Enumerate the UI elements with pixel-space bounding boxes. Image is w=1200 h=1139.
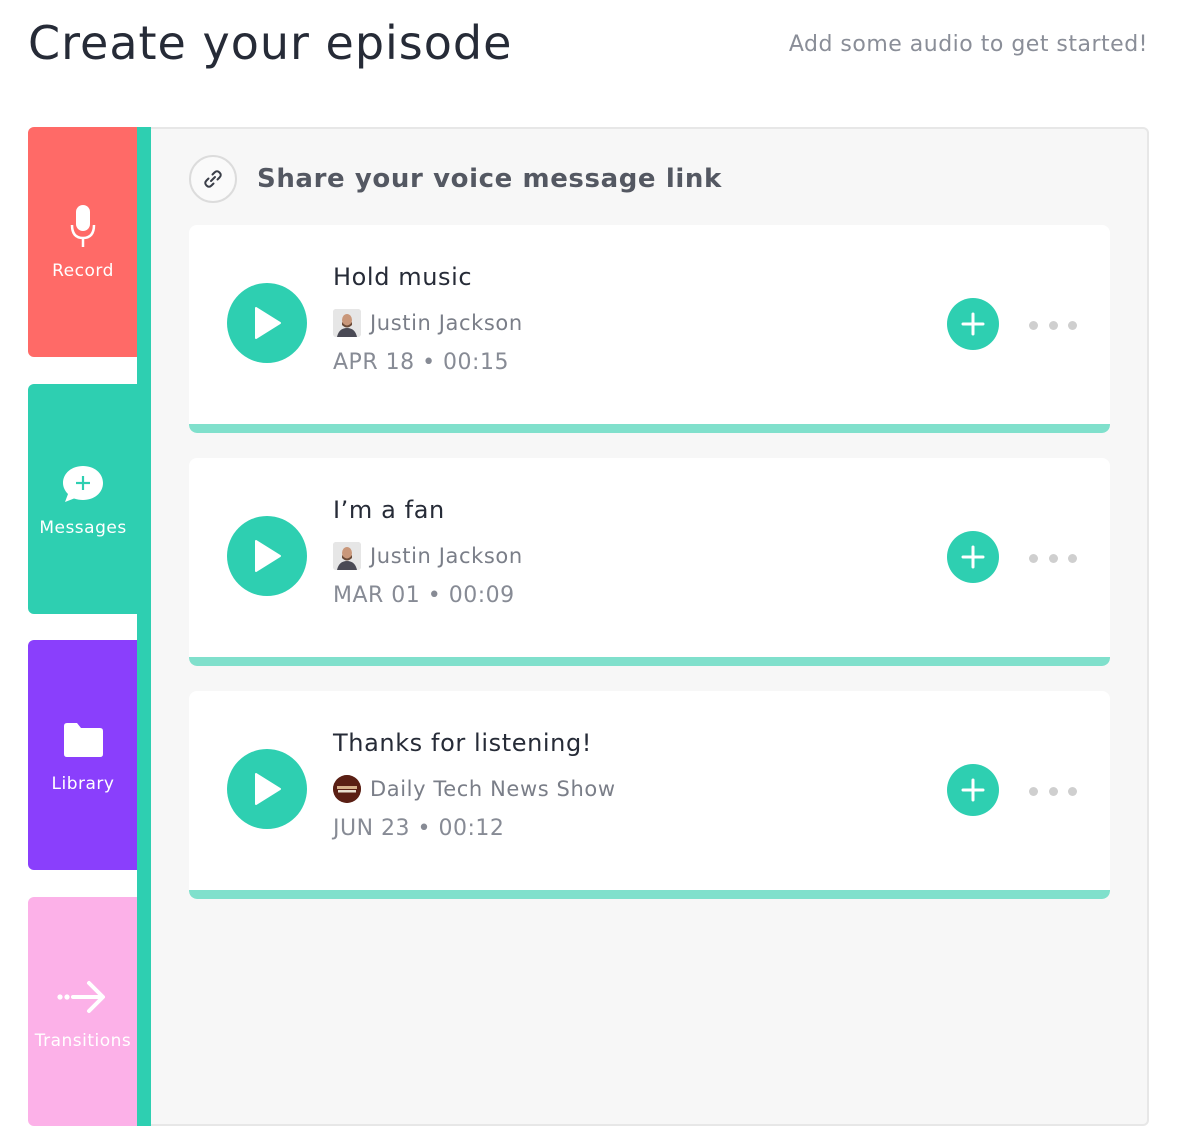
message-date-duration: JUN 23 • 00:12	[333, 816, 505, 841]
message-author: Justin Jackson	[333, 542, 523, 570]
tab-messages[interactable]: Messages	[28, 384, 138, 614]
play-icon	[255, 307, 281, 339]
share-voice-message-link[interactable]: Share your voice message link	[189, 155, 722, 203]
plus-icon	[961, 312, 985, 336]
arrow-right-icon	[57, 973, 109, 1021]
microphone-icon	[70, 203, 96, 251]
share-link-label: Share your voice message link	[257, 164, 722, 194]
message-author: Justin Jackson	[333, 309, 523, 337]
plus-icon	[961, 778, 985, 802]
message-date-duration: APR 18 • 00:15	[333, 350, 509, 375]
plus-icon	[961, 545, 985, 569]
add-to-episode-button[interactable]	[947, 764, 999, 816]
card-bottom-strip	[189, 424, 1110, 433]
more-options-icon[interactable]	[1029, 546, 1077, 570]
tab-library[interactable]: Library	[28, 640, 138, 870]
message-author: Daily Tech News Show	[333, 775, 616, 803]
message-date-duration: MAR 01 • 00:09	[333, 583, 515, 608]
active-tab-accent-bar	[137, 127, 151, 1126]
page-subtitle: Add some audio to get started!	[788, 32, 1148, 57]
tab-library-label: Library	[51, 774, 115, 794]
page-title: Create your episode	[28, 16, 513, 70]
author-name: Justin Jackson	[370, 544, 523, 568]
more-options-icon[interactable]	[1029, 779, 1077, 803]
play-button[interactable]	[227, 516, 307, 596]
link-icon	[189, 155, 237, 203]
message-card: I’m a fan Justin Jackson MAR 01 • 00:09	[189, 458, 1110, 666]
messages-panel: Share your voice message link Hold music…	[151, 127, 1149, 1126]
add-to-episode-button[interactable]	[947, 531, 999, 583]
author-name: Justin Jackson	[370, 311, 523, 335]
tab-transitions-label: Transitions	[34, 1030, 132, 1051]
play-button[interactable]	[227, 749, 307, 829]
tab-transitions[interactable]: Transitions	[28, 897, 138, 1126]
author-name: Daily Tech News Show	[370, 777, 616, 801]
message-title: Hold music	[333, 263, 473, 291]
play-button[interactable]	[227, 283, 307, 363]
card-bottom-strip	[189, 657, 1110, 666]
card-bottom-strip	[189, 890, 1110, 899]
add-to-episode-button[interactable]	[947, 298, 999, 350]
tab-messages-label: Messages	[39, 518, 127, 538]
message-card: Thanks for listening! Daily Tech News Sh…	[189, 691, 1110, 899]
more-options-icon[interactable]	[1029, 313, 1077, 337]
play-icon	[255, 773, 281, 805]
avatar	[333, 309, 361, 337]
avatar	[333, 542, 361, 570]
chat-bubble-plus-icon	[61, 460, 105, 508]
folder-icon	[62, 716, 104, 764]
play-icon	[255, 540, 281, 572]
tab-record-label: Record	[52, 261, 114, 281]
tab-record[interactable]: Record	[28, 127, 138, 357]
message-title: I’m a fan	[333, 496, 445, 524]
message-title: Thanks for listening!	[333, 729, 593, 757]
message-card: Hold music Justin Jackson APR 18 • 00:15	[189, 225, 1110, 433]
avatar	[333, 775, 361, 803]
